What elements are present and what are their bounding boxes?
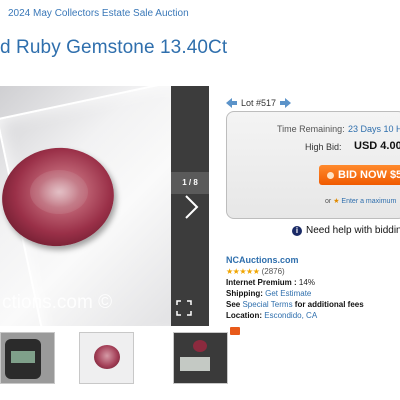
arrow-left-icon[interactable] — [226, 98, 237, 108]
bid-panel: Time Remaining: 23 Days 10 H High Bid: U… — [226, 111, 400, 219]
info-icon: i — [292, 225, 302, 236]
shipping-estimate-link[interactable]: Get Estimate — [265, 289, 311, 298]
premium-value: 14% — [298, 278, 315, 287]
seller-info: NCAuctions.com ★★★★★ (2876) Internet Pre… — [226, 255, 364, 321]
badge-icon — [230, 327, 240, 335]
gem-image — [193, 340, 207, 352]
or-text: or — [325, 198, 332, 205]
breadcrumb[interactable]: 2024 May Collectors Estate Sale Auction — [8, 8, 189, 19]
chevron-right-icon[interactable] — [180, 192, 202, 222]
scale-image — [5, 339, 41, 379]
scale-display — [180, 357, 210, 371]
max-bid-row: or ★ Enter a maximum — [325, 197, 396, 205]
see-text: See — [226, 300, 241, 309]
gem-image — [94, 345, 120, 369]
thumbnail-strip — [0, 332, 228, 384]
terms-suffix: for additional fees — [294, 300, 364, 309]
bidding-help[interactable]: i Need help with bidding — [292, 225, 400, 236]
help-text: Need help with bidding — [306, 225, 400, 236]
arrow-right-icon[interactable] — [280, 98, 292, 108]
image-gallery: ctions.com © 1 / 8 — [0, 86, 209, 326]
gem-highlight — [30, 170, 88, 214]
location-value[interactable]: Escondido, CA — [264, 311, 317, 320]
premium-label: Internet Premium : — [226, 278, 297, 287]
seller-name[interactable]: NCAuctions.com — [226, 255, 299, 265]
max-bid-link[interactable]: Enter a maximum — [341, 198, 396, 205]
thumbnail-gem[interactable] — [79, 332, 134, 384]
bid-now-label: BID NOW $5 — [338, 169, 400, 181]
lot-number: Lot #517 — [241, 98, 277, 108]
star-icon: ★ — [333, 198, 340, 205]
high-bid-value: USD 4.00 — [354, 140, 400, 152]
time-remaining-value: 23 Days 10 H — [348, 124, 400, 134]
location-label: Location: — [226, 311, 262, 320]
lot-navigation: Lot #517 — [226, 98, 292, 108]
gavel-icon — [327, 171, 334, 179]
thumbnail-scale[interactable] — [0, 332, 55, 384]
time-remaining-label: Time Remaining: — [277, 124, 345, 134]
thumbnail-scale-gem[interactable] — [173, 332, 228, 384]
main-photo[interactable]: ctions.com © — [0, 86, 171, 326]
rating-count[interactable]: (2876) — [262, 267, 285, 276]
page-title: d Ruby Gemstone 13.40Ct — [0, 37, 228, 58]
photo-watermark: ctions.com © — [2, 292, 113, 313]
rating-stars-icon: ★★★★★ — [226, 267, 260, 276]
special-terms-link[interactable]: Special Terms — [242, 300, 292, 309]
high-bid-label: High Bid: — [305, 142, 342, 152]
bid-now-button[interactable]: BID NOW $5 — [319, 165, 400, 185]
image-counter: 1 / 8 — [171, 172, 209, 194]
shipping-label: Shipping: — [226, 289, 263, 298]
expand-icon[interactable] — [175, 299, 193, 317]
